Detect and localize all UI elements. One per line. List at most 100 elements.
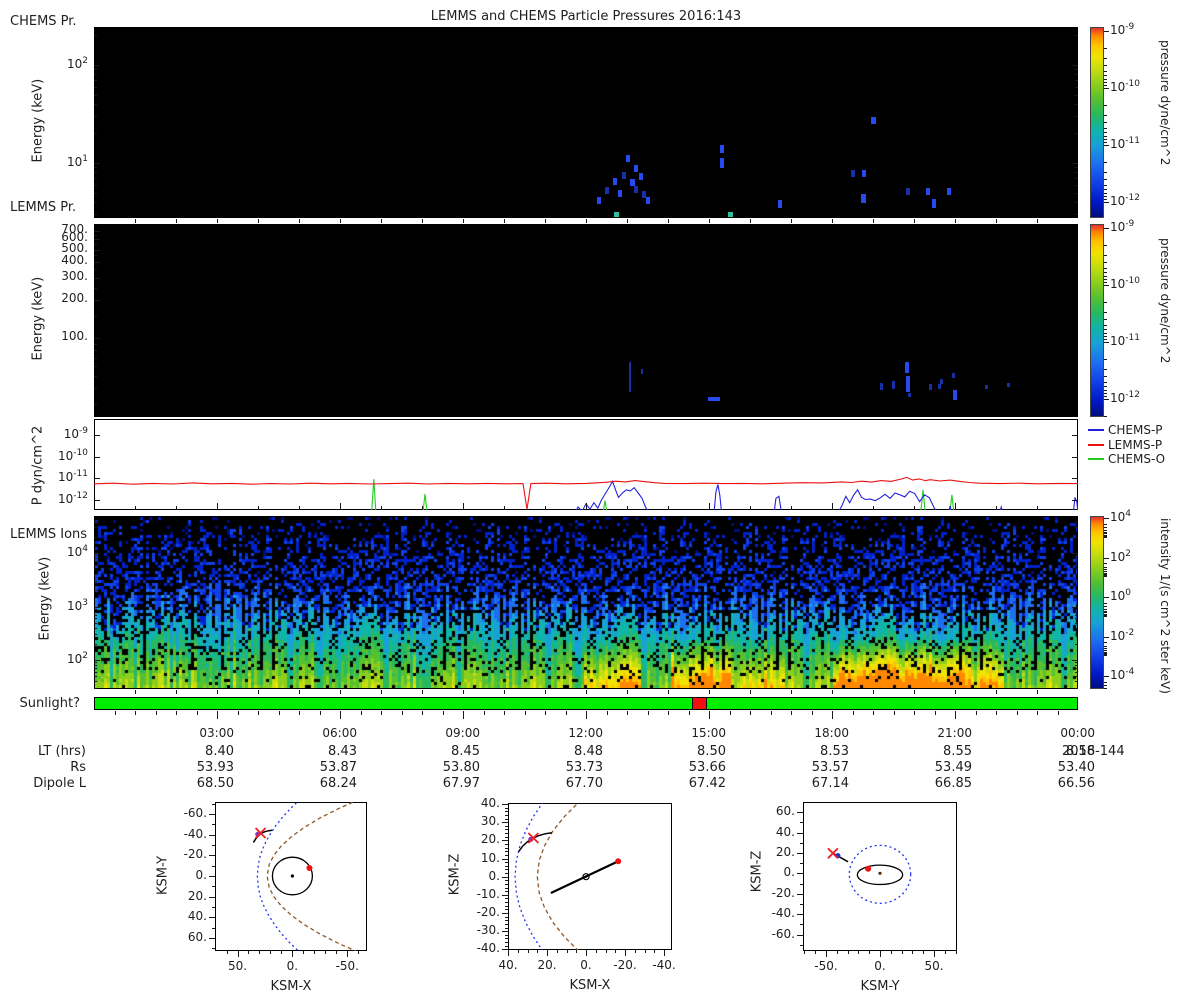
time-label: 00:00 xyxy=(1015,726,1095,740)
tick xyxy=(1075,574,1078,575)
tick xyxy=(94,214,97,215)
tick xyxy=(135,219,136,223)
tick-label: 10-10 xyxy=(36,448,88,463)
tick xyxy=(1104,569,1107,570)
tick xyxy=(955,690,956,694)
tick xyxy=(94,288,97,289)
tick xyxy=(1104,122,1107,123)
tick-label: 10-12 xyxy=(36,491,88,506)
tick xyxy=(1075,178,1078,179)
tick xyxy=(94,676,97,677)
data-pixel xyxy=(906,376,910,392)
data-pixel xyxy=(618,190,622,197)
sun-direction-dot xyxy=(865,866,871,872)
saturn-origin-dot xyxy=(291,874,294,877)
tick xyxy=(1104,616,1107,617)
tick xyxy=(94,278,100,279)
tick xyxy=(1104,189,1107,190)
tick xyxy=(1037,219,1038,223)
tick xyxy=(504,219,505,223)
time-label: 06:00 xyxy=(277,726,357,740)
tick xyxy=(586,690,587,694)
tick-label: 102 xyxy=(36,56,88,71)
tick-label: 104 xyxy=(36,544,88,559)
table-value: 8.45 xyxy=(400,744,480,759)
x-tick xyxy=(791,506,792,510)
tick xyxy=(1104,75,1107,76)
tick xyxy=(303,951,304,954)
data-pixel xyxy=(940,379,943,384)
tick xyxy=(504,690,505,694)
tick xyxy=(94,300,100,301)
tick xyxy=(94,609,97,610)
tick xyxy=(709,690,710,694)
tick xyxy=(94,255,97,256)
tick xyxy=(1058,711,1059,715)
tick xyxy=(94,569,97,570)
tick xyxy=(1104,563,1107,564)
data-pixel xyxy=(892,381,895,389)
exponent: -9 xyxy=(1125,219,1134,229)
tick xyxy=(217,711,218,719)
tick xyxy=(1104,576,1107,577)
tick xyxy=(176,690,177,694)
orbit-y-tick-label: 60. xyxy=(755,804,795,818)
orbit-x-tick-label: 0. xyxy=(262,959,322,973)
tick xyxy=(1104,682,1107,683)
colorbar-tick-label: 10-12 xyxy=(1110,390,1170,405)
tick xyxy=(94,316,97,317)
orbit-x-tick-label: 50. xyxy=(904,959,964,973)
tick xyxy=(709,711,710,719)
colorbar-tick-label: 10-9 xyxy=(1110,219,1170,234)
tick xyxy=(1075,527,1078,528)
orbit-y-tick-label: -20. xyxy=(460,905,500,919)
tick xyxy=(1075,69,1078,70)
tick-label: 10-9 xyxy=(36,426,88,441)
saturn-origin-dot xyxy=(878,872,881,875)
x-tick xyxy=(873,506,874,510)
tick xyxy=(504,711,505,715)
tick xyxy=(1017,711,1018,715)
legend-swatch-lemms-p xyxy=(1088,444,1104,446)
x-tick xyxy=(668,506,669,510)
table-value: 66.85 xyxy=(892,776,972,791)
legend-swatch-chems-p xyxy=(1088,429,1104,431)
orbit-xlabel-ksm-y: KSM-Y xyxy=(840,979,920,994)
table-value: 53.80 xyxy=(400,760,480,775)
tick xyxy=(227,951,228,954)
tick xyxy=(791,219,792,223)
tick xyxy=(94,65,100,66)
exponent: 1 xyxy=(82,154,88,164)
tick xyxy=(1072,478,1078,479)
tick-label: 102 xyxy=(36,651,88,666)
tick xyxy=(1075,35,1078,36)
colorbar-tick-label: 104 xyxy=(1110,509,1170,524)
tick xyxy=(299,711,300,715)
tick xyxy=(1104,416,1107,417)
data-pixel xyxy=(626,155,630,162)
tick xyxy=(934,951,935,954)
tick xyxy=(1075,688,1078,689)
tick xyxy=(1104,196,1107,197)
orbit-plot-1 xyxy=(508,803,672,950)
data-pixel xyxy=(871,117,876,124)
exponent: 2 xyxy=(1125,549,1131,559)
table-value: 8.40 xyxy=(154,744,234,759)
tick xyxy=(528,950,529,953)
tick xyxy=(615,950,616,953)
exponent: -12 xyxy=(1125,193,1140,203)
tick xyxy=(94,202,97,203)
exponent: -2 xyxy=(1125,628,1134,638)
colorbar-tick-label: 102 xyxy=(1110,549,1170,564)
tick xyxy=(1072,435,1078,436)
tick xyxy=(292,951,293,954)
tick xyxy=(1072,500,1078,501)
table-value: 53.40 xyxy=(1015,760,1095,775)
tick xyxy=(94,634,97,635)
tick xyxy=(791,711,792,715)
tick xyxy=(94,527,97,528)
ions-panel-label: LEMMS Ions xyxy=(10,527,87,542)
tick xyxy=(1075,116,1078,117)
orbit-plot-0 xyxy=(215,802,367,951)
tick xyxy=(325,951,326,954)
